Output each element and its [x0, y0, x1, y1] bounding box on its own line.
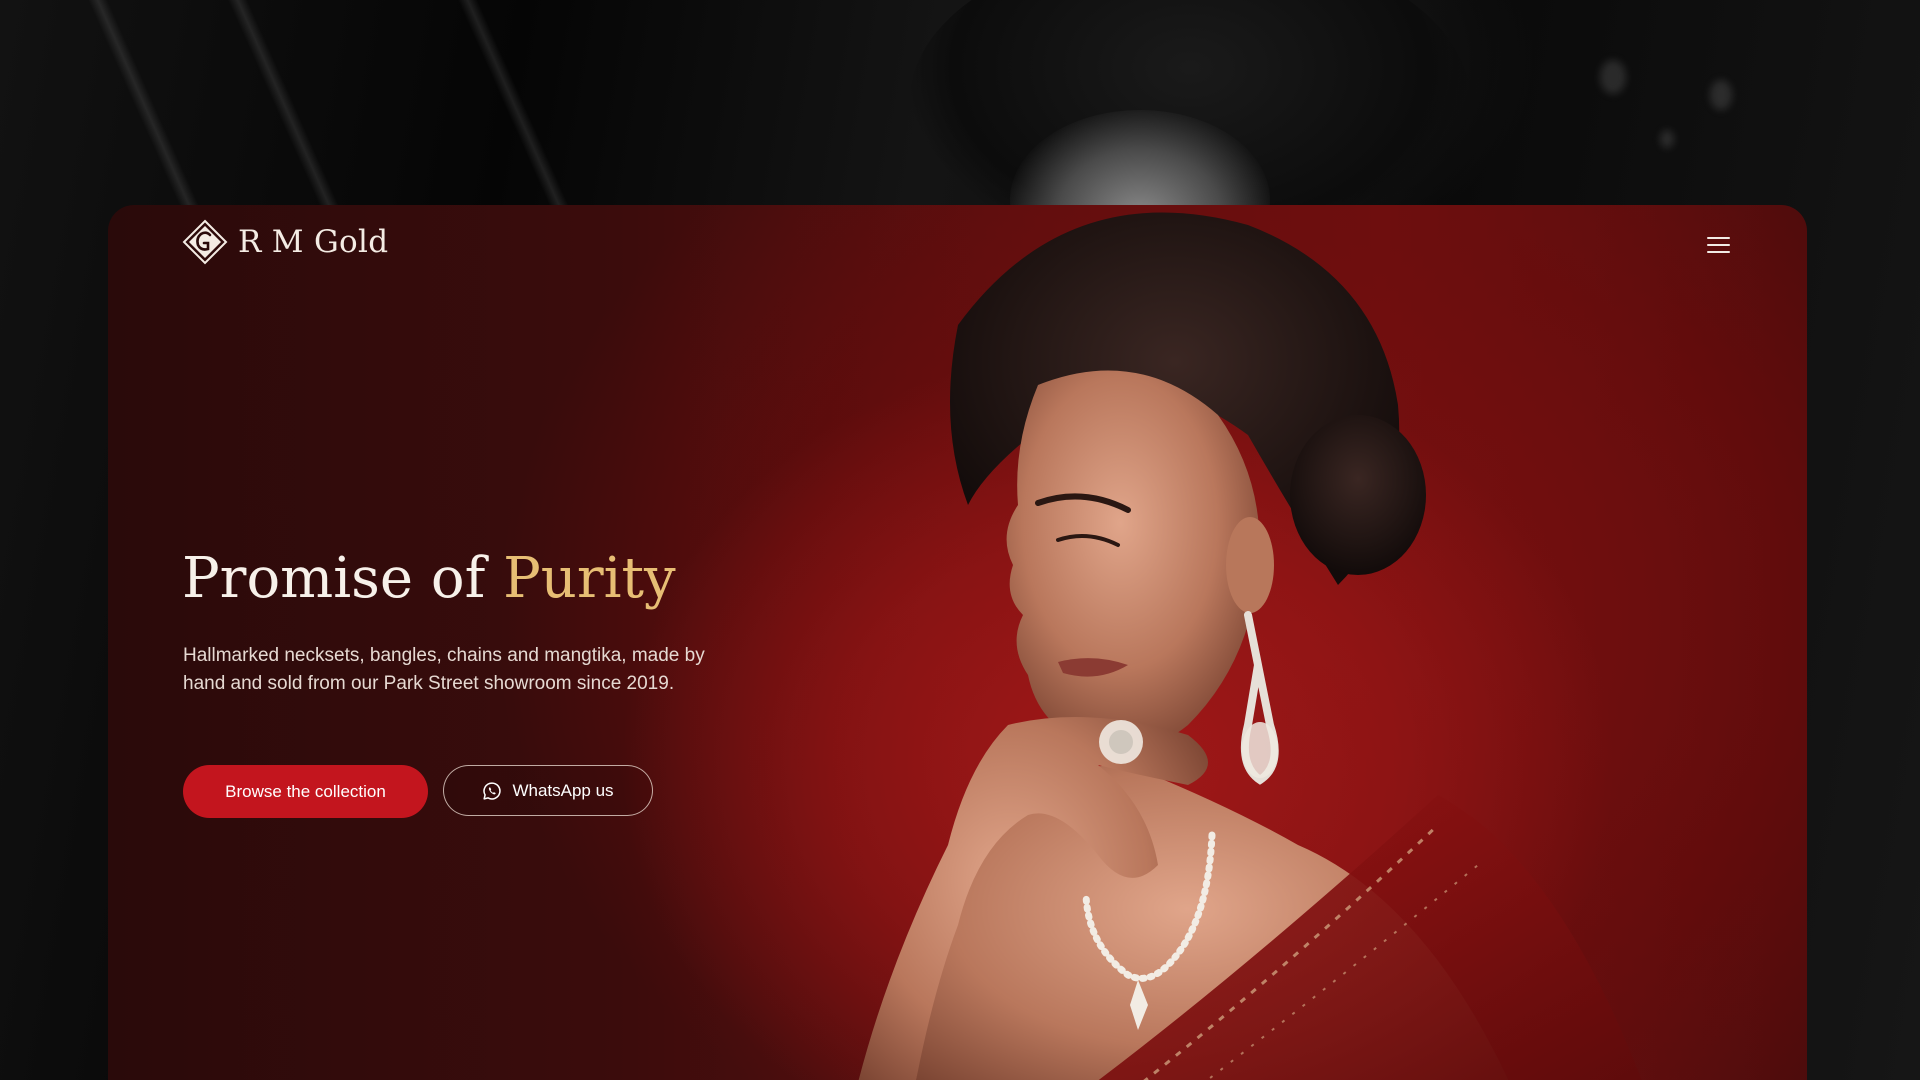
hamburger-menu-icon[interactable]	[1698, 227, 1738, 263]
background-light	[1710, 80, 1732, 110]
hero-title-accent: Purity	[503, 546, 676, 611]
menu-line	[1706, 244, 1730, 246]
brand-name: R M Gold	[238, 224, 389, 260]
hero-description: Hallmarked necksets, bangles, chains and…	[183, 645, 705, 694]
menu-line	[1706, 237, 1730, 239]
background-light	[1600, 60, 1626, 94]
hero-card: R M Gold Promise of Purity Hallmarked ne…	[108, 205, 1807, 1080]
hero-title: Promise of Purity	[182, 543, 676, 615]
background-light	[1660, 130, 1674, 148]
hero-title-main: Promise of	[182, 546, 504, 611]
diamond-monogram-icon	[182, 219, 228, 265]
whatsapp-button-label: WhatsApp us	[512, 780, 614, 800]
menu-line	[1706, 251, 1730, 253]
whatsapp-button[interactable]: WhatsApp us	[443, 765, 653, 816]
page-background: R M Gold Promise of Purity Hallmarked ne…	[0, 0, 1920, 1080]
brand-logo[interactable]: R M Gold	[182, 219, 388, 265]
whatsapp-icon	[483, 781, 502, 800]
browse-collection-button[interactable]: Browse the collection	[183, 765, 428, 818]
